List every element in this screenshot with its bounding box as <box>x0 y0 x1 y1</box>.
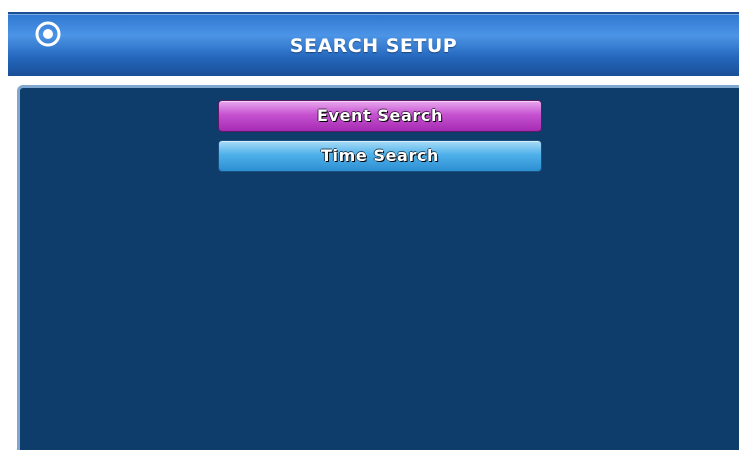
screen-left-edge <box>0 0 8 450</box>
event-search-button[interactable]: Event Search <box>218 100 542 132</box>
dvr-search-setup-screen: SEARCH SETUP Event Search Time Search <box>0 0 739 450</box>
page-title: SEARCH SETUP <box>289 35 458 57</box>
time-search-button[interactable]: Time Search <box>218 140 542 172</box>
